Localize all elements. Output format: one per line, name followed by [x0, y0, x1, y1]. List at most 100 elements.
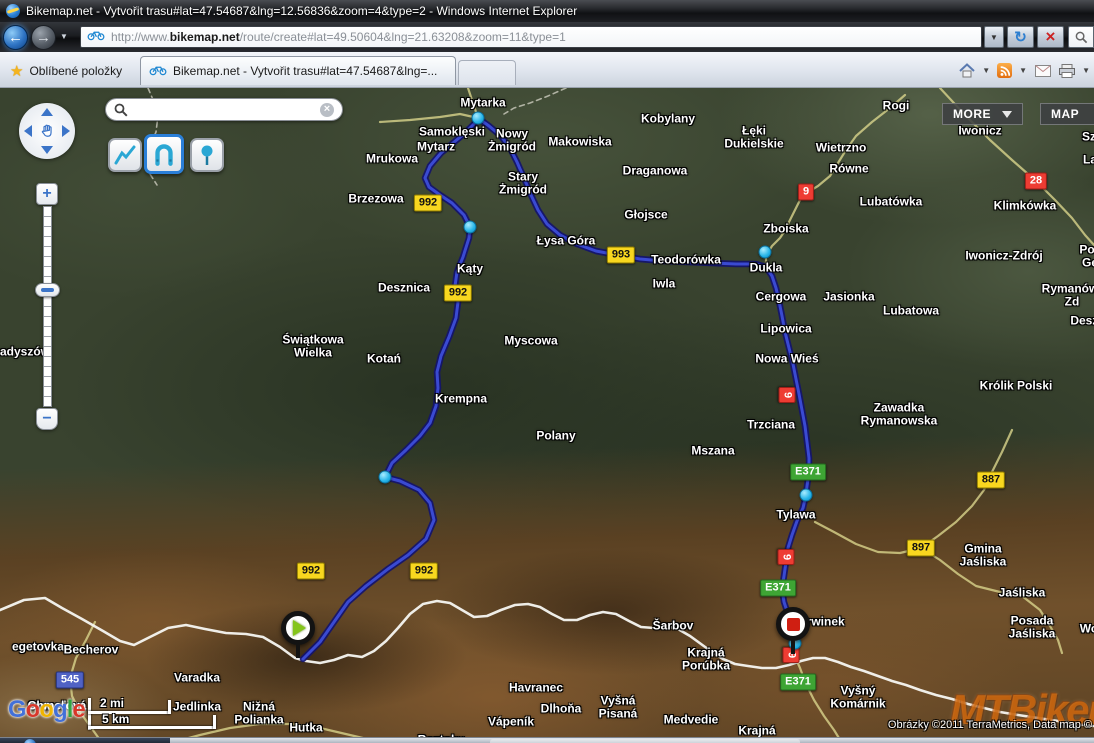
scale-tick [168, 700, 171, 714]
route-waypoint-dot[interactable] [800, 489, 813, 502]
map-type-label: MAP [1051, 107, 1079, 121]
print-icon[interactable] [1058, 63, 1075, 79]
forward-button[interactable]: → [31, 25, 56, 50]
clear-search-icon[interactable]: × [320, 103, 334, 117]
scale-tick [213, 715, 216, 729]
map-place-label: Wo [1080, 623, 1094, 636]
road-number-badge: 992 [444, 285, 472, 302]
map-place-label: Zboiska [763, 223, 808, 236]
mail-page-icon[interactable] [1034, 63, 1051, 79]
road-number-badge: E371 [790, 464, 826, 481]
search-icon [114, 103, 128, 117]
map-place-label: Varadka [174, 672, 220, 685]
map-place-label: Nowa Wieś [755, 353, 818, 366]
map-place-label: Polany [536, 430, 575, 443]
follow-roads-tool[interactable] [144, 134, 184, 174]
status-bar-inset [490, 739, 800, 743]
map-place-label: Hutka [289, 722, 322, 735]
map-place-label: Kobylany [641, 113, 695, 126]
map-place-label: Makowiska [548, 136, 611, 149]
stop-button[interactable]: × [1037, 26, 1064, 48]
map-place-label: Lubatówka [860, 196, 923, 209]
route-waypoint-dot[interactable] [759, 246, 772, 259]
pan-up-icon[interactable] [41, 108, 53, 116]
map-place-label: Łęki Dukielskie [724, 124, 783, 149]
address-bar[interactable]: http://www.bikemap.net/route/create#lat=… [80, 26, 982, 48]
road-number-badge: 9 [798, 184, 814, 201]
map-canvas[interactable]: MytarkaNowy ŻmigródMakowiskaKobylanyŁęki… [0, 88, 1094, 743]
set-marker-tool[interactable] [190, 138, 224, 172]
zoom-in-button[interactable]: + [36, 183, 58, 205]
home-dropdown-icon[interactable]: ▼ [982, 66, 990, 75]
zoom-slider-handle[interactable] [35, 283, 60, 297]
road-number-badge: 28 [1025, 173, 1047, 190]
chevron-down-icon [1002, 111, 1012, 118]
road-number-badge: 993 [607, 247, 635, 264]
map-place-label: Lubatowa [883, 305, 939, 318]
map-place-label: Vyšná Pisaná [599, 694, 638, 719]
refresh-button[interactable]: ↻ [1007, 26, 1034, 48]
map-place-label: Jasionka [823, 291, 874, 304]
draw-route-tool[interactable] [108, 138, 142, 172]
road-number-badge: E371 [760, 580, 796, 597]
pin-icon [195, 143, 219, 167]
bikemap-favicon [87, 28, 105, 46]
pan-control[interactable] [19, 103, 75, 159]
zoom-slider-track[interactable] [43, 206, 52, 407]
history-dropdown-icon[interactable]: ▼ [60, 32, 68, 41]
route-start-marker[interactable] [281, 611, 315, 645]
search-box-button[interactable] [1068, 26, 1094, 48]
map-place-label: Vápeník [488, 716, 534, 729]
more-button[interactable]: MORE [942, 103, 1023, 125]
map-attribution: Obrázky ©2011 TerraMetrics, Data map © [888, 719, 1092, 731]
status-bar [0, 737, 1094, 743]
pan-down-icon[interactable] [41, 146, 53, 154]
address-dropdown-button[interactable]: ▼ [984, 26, 1004, 48]
map-place-label: Rymanów-Zd [1042, 282, 1094, 307]
route-waypoint-dot[interactable] [464, 221, 477, 234]
map-place-label: Tylawa [776, 509, 815, 522]
zoom-out-button[interactable]: − [36, 408, 58, 430]
map-type-button[interactable]: MAP [1040, 103, 1094, 125]
map-place-label: Mytarka [460, 97, 505, 110]
map-place-label: Teodorówka [651, 254, 721, 267]
map-place-label: Trzciana [747, 419, 795, 432]
map-place-label: Draganowa [623, 165, 688, 178]
map-search-box[interactable]: × [105, 98, 343, 121]
home-icon[interactable] [958, 63, 975, 79]
map-place-label: Stary Żmigród [499, 170, 547, 195]
map-place-label: Mszana [691, 445, 734, 458]
road-number-badge: 9 [778, 549, 795, 565]
map-place-label: Świątkowa Wielka [282, 333, 343, 358]
map-search-input[interactable] [134, 103, 314, 117]
scale-line-km [88, 726, 215, 729]
route-end-marker[interactable] [776, 607, 810, 641]
pan-right-icon[interactable] [62, 125, 70, 137]
new-tab-stub[interactable] [458, 60, 516, 85]
rss-feed-icon[interactable] [997, 63, 1012, 78]
window-title: Bikemap.net - Vytvořit trasu#lat=47.5468… [26, 4, 577, 18]
back-button[interactable]: ← [3, 25, 28, 50]
map-place-label: Iwonicz-Zdrój [965, 250, 1042, 263]
map-place-label: Rogi [883, 100, 910, 113]
pan-left-icon[interactable] [24, 125, 32, 137]
map-place-label: Mrukowa [366, 153, 418, 166]
print-dropdown-icon[interactable]: ▼ [1082, 66, 1090, 75]
tab-bikemap[interactable]: Bikemap.net - Vytvořit trasu#lat=47.5468… [140, 56, 456, 85]
route-waypoint-dot[interactable] [379, 471, 392, 484]
map-place-label: Krajná [738, 725, 775, 738]
road-number-badge: 9 [779, 387, 796, 403]
favorites-button[interactable]: ★ Oblíbené položky [4, 57, 132, 84]
route-waypoint-dot[interactable] [472, 112, 485, 125]
map-place-label: Becherov [64, 644, 119, 657]
map-place-label: Jaśliska [999, 587, 1046, 600]
map-place-label: Kąty [457, 263, 483, 276]
rss-dropdown-icon[interactable]: ▼ [1019, 66, 1027, 75]
tabs-bar: ★ Oblíbené položky Bikemap.net - Vytvoři… [0, 52, 1094, 88]
internet-explorer-icon [6, 4, 20, 18]
url-text: http://www.bikemap.net/route/create#lat=… [111, 30, 566, 44]
map-place-label: Deszn [1070, 315, 1094, 328]
map-place-label: Równe [829, 163, 868, 176]
map-place-label: Ge [1082, 257, 1094, 270]
map-place-label: Lipowica [760, 323, 811, 336]
